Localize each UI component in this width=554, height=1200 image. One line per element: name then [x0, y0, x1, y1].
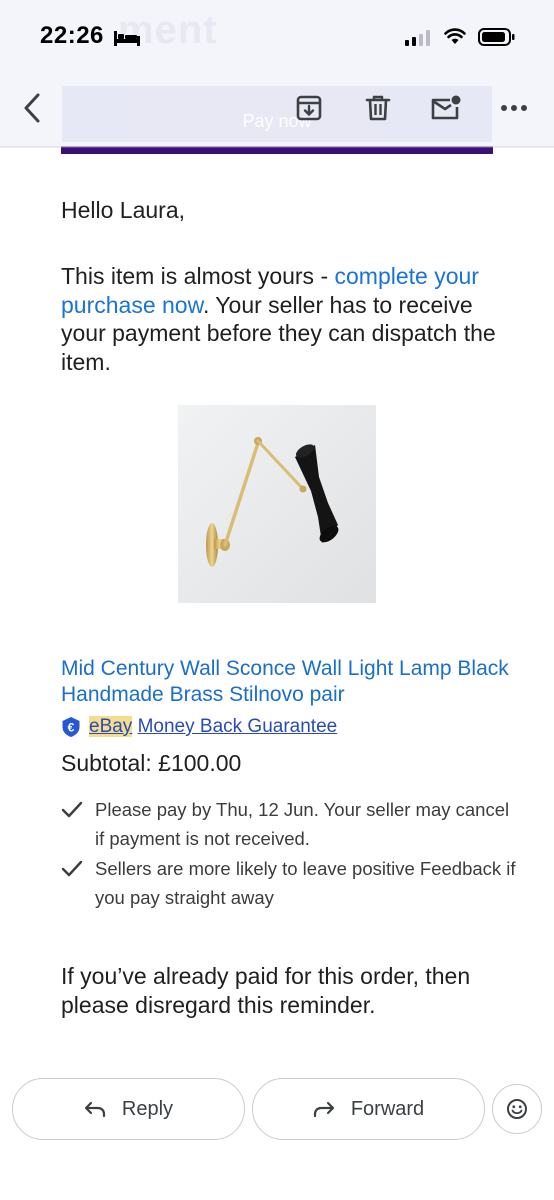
- svg-text:€: €: [68, 721, 75, 735]
- delete-button[interactable]: [362, 92, 394, 124]
- forward-label: Forward: [350, 1097, 425, 1120]
- more-options-button[interactable]: [498, 92, 530, 124]
- mark-unread-button[interactable]: [430, 92, 462, 124]
- toolbar-divider: [0, 146, 554, 148]
- checkmark-icon: [61, 801, 83, 818]
- delete-icon: [365, 95, 391, 121]
- checklist-item: Sellers are more likely to leave positiv…: [61, 855, 521, 912]
- guarantee-shield-icon: €: [62, 717, 80, 737]
- checklist-text: Please pay by Thu, 12 Jun. Your seller m…: [95, 799, 510, 849]
- cellular-signal-icon: [405, 30, 430, 46]
- back-arrow-icon: [24, 93, 40, 123]
- sleep-mode-icon: [114, 31, 140, 46]
- intro-paragraph: This item is almost yours - complete you…: [61, 262, 501, 376]
- battery-icon: [478, 28, 515, 46]
- forward-icon: [313, 1101, 334, 1118]
- product-title-link[interactable]: Mid Century Wall Sconce Wall Light Lamp …: [61, 656, 521, 708]
- product-image[interactable]: [178, 405, 376, 603]
- guarantee-text: Money Back Guarantee: [137, 716, 338, 737]
- emoji-reaction-button[interactable]: [492, 1084, 542, 1134]
- archive-icon: [296, 95, 322, 121]
- email-toolbar: Pay now: [0, 72, 554, 148]
- status-time: 22:26: [40, 22, 104, 49]
- intro-text-start: This item is almost yours -: [61, 263, 335, 289]
- greeting: Hello Laura,: [61, 197, 186, 223]
- reply-label: Reply: [121, 1097, 174, 1120]
- archive-button[interactable]: [293, 92, 325, 124]
- email-body: Hello Laura, This item is almost yours -…: [61, 196, 501, 376]
- status-bar: ment 22:26: [0, 0, 554, 72]
- wall-lamp-image: [178, 405, 376, 603]
- mark-unread-icon: [431, 95, 461, 120]
- checklist-item: Please pay by Thu, 12 Jun. Your seller m…: [61, 796, 521, 853]
- back-button[interactable]: [14, 88, 50, 128]
- guarantee-brand: eBay: [89, 716, 133, 737]
- disclaimer-text: If you’ve already paid for this order, t…: [61, 963, 471, 1018]
- subtotal: Subtotal: £100.00: [61, 750, 242, 776]
- reply-button[interactable]: Reply: [12, 1078, 245, 1140]
- reply-icon: [84, 1101, 106, 1118]
- checkmark-icon: [61, 860, 83, 877]
- checklist-text: Sellers are more likely to leave positiv…: [95, 858, 516, 908]
- emoji-icon: [507, 1099, 527, 1119]
- money-back-guarantee-link[interactable]: € eBay Money Back Guarantee: [61, 716, 337, 738]
- payment-checklist: Please pay by Thu, 12 Jun. Your seller m…: [61, 796, 521, 914]
- forward-button[interactable]: Forward: [252, 1078, 485, 1140]
- more-vert-icon: [501, 105, 527, 111]
- ghost-pay-now-button: Pay now: [62, 86, 492, 142]
- wifi-icon: [444, 28, 466, 44]
